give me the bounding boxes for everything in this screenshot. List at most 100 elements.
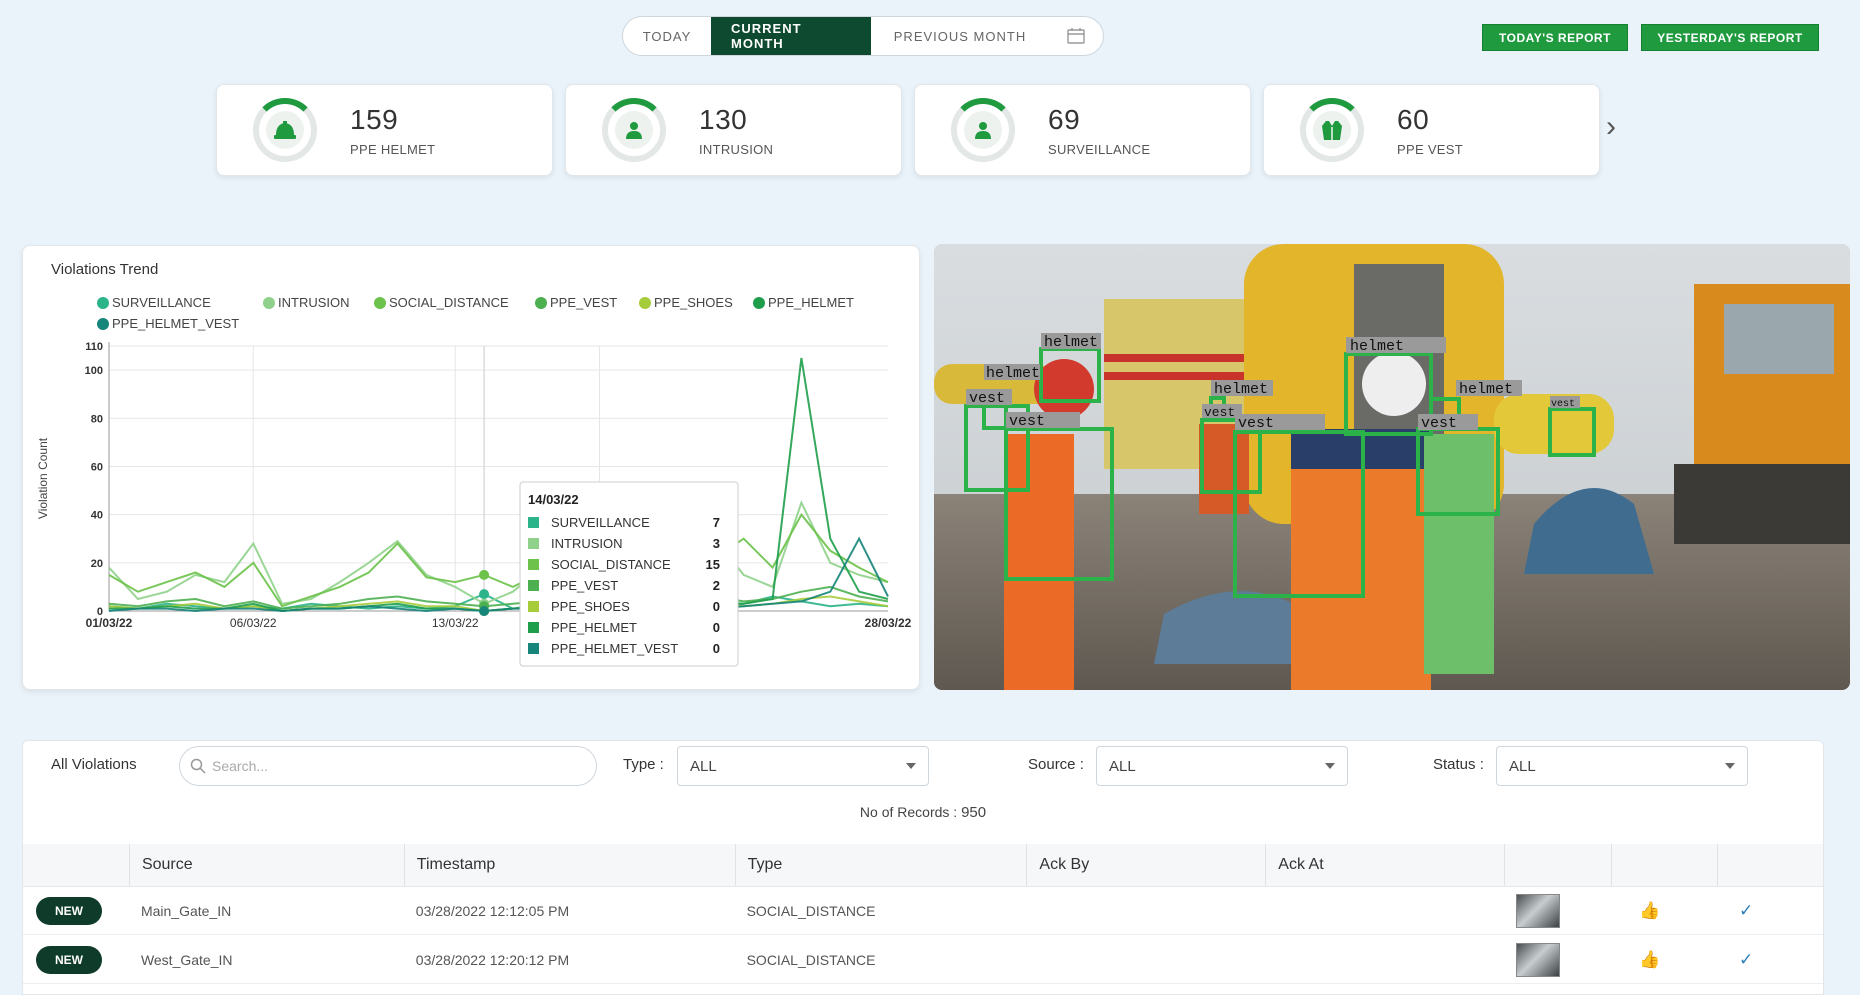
records-count: No of Records : 950 [23, 804, 1823, 821]
violation-thumbnail[interactable] [1516, 893, 1561, 928]
card-value: 159 [350, 103, 399, 135]
thumbs-up-icon[interactable]: 👍 [1639, 901, 1660, 920]
column-header-timestamp[interactable]: Timestamp [403, 844, 735, 886]
tooltip-series-value: 0 [713, 641, 720, 656]
card-ppe-vest[interactable]: 60 PPE VEST [1263, 84, 1600, 176]
violations-trend-chart: Violations Trend SURVEILLANCE INTRUSION SOC… [36, 261, 912, 667]
violations-table-panel: All Violations Type : ALL Source : ALL S… [22, 740, 1824, 995]
period-today[interactable]: TODAY [623, 17, 711, 55]
tooltip-series-value: 0 [713, 599, 720, 614]
tooltip-series-name: PPE_SHOES [551, 599, 630, 614]
legend-label: PPE_HELMET [768, 295, 854, 310]
legend-marker [263, 297, 275, 309]
detection-label: vest [1551, 399, 1575, 410]
status-select[interactable]: ALL [1496, 746, 1748, 786]
card-intrusion[interactable]: 130 INTRUSION [565, 84, 902, 176]
type-filter-label: Type : [623, 756, 664, 773]
tooltip-date: 14/03/22 [528, 492, 579, 507]
stat-cards: 159 PPE HELMET 130 INTRUSION 69 SURVEILLANC… [216, 84, 1600, 176]
legend-label: SURVEILLANCE [112, 295, 211, 310]
y-tick-label: 60 [91, 461, 103, 473]
detection-label: vest [969, 390, 1005, 407]
thumbs-up-icon[interactable]: 👍 [1639, 950, 1660, 969]
x-tick-label: 13/03/22 [432, 616, 479, 630]
tooltip-swatch [528, 580, 539, 591]
calendar-icon[interactable] [1049, 17, 1103, 55]
yesterdays-report-button[interactable]: YESTERDAY'S REPORT [1641, 24, 1819, 51]
detection-label: helmet [986, 365, 1040, 382]
hover-point [479, 606, 490, 616]
card-label: PPE VEST [1397, 141, 1463, 157]
type-select[interactable]: ALL [677, 746, 929, 786]
search-input[interactable] [212, 758, 582, 774]
y-tick-label: 80 [91, 413, 103, 425]
column-header-image [1504, 844, 1611, 886]
status-cell: NEW [23, 945, 129, 974]
table-row[interactable]: NEW Main_Gate_IN 03/28/2022 12:12:05 PM … [23, 887, 1823, 935]
status-badge: NEW [36, 896, 102, 925]
helmet-icon [266, 111, 304, 149]
card-label: PPE HELMET [350, 141, 436, 157]
y-tick-label: 100 [85, 365, 103, 377]
hover-point [479, 569, 490, 580]
period-previous-month[interactable]: PREVIOUS MONTH [871, 17, 1049, 55]
detection-label: helmet [1044, 334, 1098, 351]
timestamp-cell: 03/28/2022 12:20:12 PM [415, 951, 570, 968]
card-value: 60 [1397, 103, 1430, 135]
x-tick-label: 06/03/22 [230, 616, 277, 630]
violation-thumbnail[interactable] [1516, 942, 1561, 977]
column-header-ack-by[interactable]: Ack By [1026, 844, 1265, 886]
x-tick-label: 28/03/22 [865, 616, 912, 630]
card-ppe-helmet[interactable]: 159 PPE HELMET [216, 84, 553, 176]
person-alert-icon [615, 111, 653, 149]
checkmark-icon[interactable]: ✓ [1739, 950, 1753, 969]
source-filter-label: Source : [1028, 756, 1084, 773]
period-current-month[interactable]: CURRENT MONTH [711, 17, 871, 55]
column-header-source[interactable]: Source [128, 844, 404, 886]
chevron-right-icon[interactable]: › [1606, 112, 1616, 142]
camera-feed[interactable]: helmet helmet helmet helmet helmet vest … [934, 244, 1850, 690]
tooltip-swatch [528, 517, 539, 528]
tooltip-series-value: 2 [713, 578, 720, 593]
y-axis-label: Violation Count [36, 437, 50, 519]
legend-marker [374, 297, 386, 309]
type-select-value: ALL [690, 757, 717, 775]
card-label: SURVEILLANCE [1048, 141, 1151, 157]
tooltip-swatch [528, 538, 539, 549]
column-header-type[interactable]: Type [734, 844, 1027, 886]
all-violations-title: All Violations [51, 756, 137, 773]
detection-label: vest [1204, 405, 1235, 420]
source-select[interactable]: ALL [1096, 746, 1348, 786]
checkmark-icon[interactable]: ✓ [1739, 901, 1753, 920]
search-box[interactable] [179, 746, 597, 786]
series-line [108, 512, 889, 608]
tooltip-box [519, 481, 739, 667]
legend-label: PPE_SHOES [654, 295, 733, 310]
chevron-down-icon [1325, 763, 1335, 769]
legend-marker [535, 297, 547, 309]
detection-label: helmet [1350, 338, 1404, 355]
status-badge: NEW [36, 945, 102, 974]
series-line [109, 357, 889, 613]
source-cell: Main_Gate_IN [140, 902, 232, 919]
vest-icon [1313, 111, 1351, 149]
legend-marker [97, 297, 109, 309]
records-value: 950 [961, 804, 987, 821]
column-header-ack-at[interactable]: Ack At [1265, 844, 1504, 886]
legend-label: INTRUSION [278, 295, 350, 310]
chevron-down-icon [1725, 763, 1735, 769]
tooltip-series-value: 7 [713, 515, 720, 530]
column-header-resolve [1717, 844, 1823, 886]
tooltip-series-value: 15 [706, 557, 720, 572]
person-alert-icon [964, 111, 1002, 149]
column-header-status [23, 844, 129, 886]
todays-report-button[interactable]: TODAY'S REPORT [1482, 24, 1628, 51]
legend-label: PPE_HELMET_VEST [112, 316, 239, 331]
table-row[interactable]: NEW West_Gate_IN 03/28/2022 12:20:12 PM … [23, 936, 1823, 984]
card-surveillance[interactable]: 69 SURVEILLANCE [914, 84, 1251, 176]
tooltip-series-name: SURVEILLANCE [551, 515, 650, 530]
y-tick-label: 20 [91, 558, 103, 570]
legend-marker [639, 297, 651, 309]
status-filter-label: Status : [1433, 756, 1484, 773]
type-cell: SOCIAL_DISTANCE [746, 951, 876, 968]
